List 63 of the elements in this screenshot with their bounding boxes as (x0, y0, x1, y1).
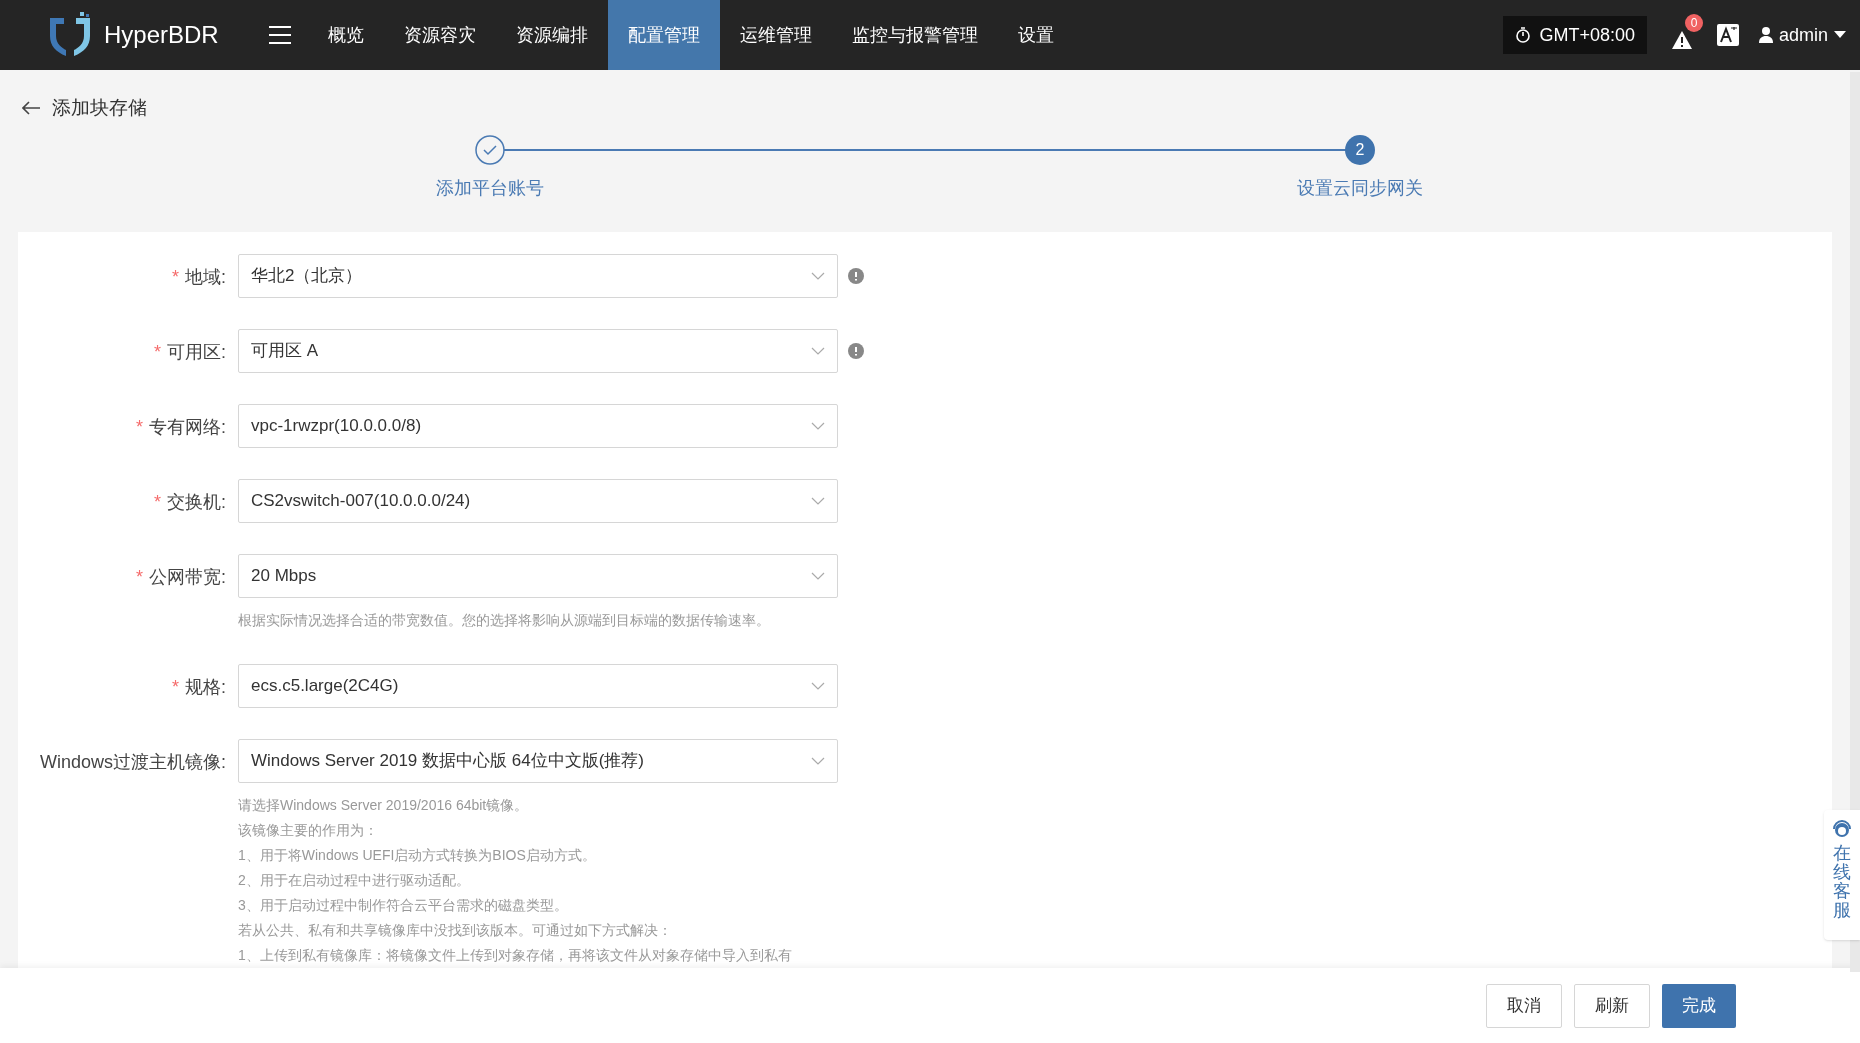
brand-name: HyperBDR (104, 20, 219, 50)
alert-count: 0 (1684, 14, 1703, 32)
select-field[interactable]: vpc-1rwzpr(10.0.0.0/8) (238, 404, 838, 448)
required-mark: * (171, 676, 179, 699)
chevron-down-icon (811, 347, 825, 355)
nav-tab[interactable]: 监控与报警管理 (832, 0, 998, 70)
select-field[interactable]: ecs.c5.large(2C4G) (238, 664, 838, 708)
footer-button[interactable]: 取消 (1486, 983, 1562, 1028)
finish-button[interactable]: 完成 (1662, 983, 1736, 1028)
alert-icon[interactable] (1670, 30, 1693, 50)
hint-text: 1、用于将Windows UEFI启动方式转换为BIOS启动方式。 (238, 846, 597, 865)
required-mark: * (171, 266, 179, 289)
field-label: 地域: (185, 266, 226, 289)
support-widget[interactable]: 在线客服 (1824, 810, 1860, 940)
footer-button[interactable]: 刷新 (1574, 983, 1650, 1028)
caret-icon (1834, 31, 1846, 39)
required-mark: * (153, 491, 161, 514)
select-field[interactable]: 可用区 A (238, 329, 838, 373)
field-label: 规格: (185, 676, 226, 699)
step-number: 2 (1345, 134, 1375, 165)
field-label: 交换机: (167, 491, 226, 514)
field-label: Windows过渡主机镜像: (39, 751, 226, 774)
required-mark: * (135, 416, 143, 439)
hint-text: 2、用于在启动过程中进行驱动适配。 (238, 871, 471, 890)
hint-text: 根据实际情况选择合适的带宽数值。您的选择将影响从源端到目标端的数据传输速率。 (238, 611, 771, 630)
field-label: 可用区: (167, 341, 226, 364)
hint-text: 该镜像主要的作用为： (238, 821, 379, 840)
chevron-down-icon (811, 572, 825, 580)
required-mark: * (135, 566, 143, 589)
shield-logo-icon (48, 12, 92, 58)
hint-text: 若从公共、私有和共享镜像库中没找到该版本。可通过如下方式解决： (238, 921, 673, 940)
chevron-down-icon (811, 272, 825, 280)
select-field[interactable]: 华北2（北京） (238, 254, 838, 298)
translate-icon[interactable] (1716, 24, 1739, 46)
timezone-badge[interactable]: GMT+08:00 (1503, 16, 1647, 54)
nav-tab[interactable]: 运维管理 (720, 0, 832, 70)
user-icon (1758, 27, 1773, 43)
field-label: 专有网络: (149, 416, 226, 439)
select-field[interactable]: CS2vswitch-007(10.0.0.0/24) (238, 479, 838, 523)
select-field[interactable]: Windows Server 2019 数据中心版 64位中文版(推荐) (238, 739, 838, 783)
field-label: 公网带宽: (149, 566, 226, 589)
chevron-down-icon (811, 497, 825, 505)
nav-tab[interactable]: 概览 (308, 0, 384, 70)
headset-icon (1831, 818, 1853, 840)
chevron-down-icon (811, 682, 825, 690)
step-label: 添加平台账号 (436, 176, 544, 200)
step-label: 设置云同步网关 (1297, 176, 1423, 200)
nav-tab[interactable]: 设置 (998, 0, 1074, 70)
user-menu[interactable]: admin (1758, 21, 1846, 49)
nav-tab[interactable]: 资源编排 (496, 0, 608, 70)
page-title: 添加块存储 (52, 96, 147, 120)
nav-tab[interactable]: 资源容灾 (384, 0, 496, 70)
chevron-down-icon (811, 757, 825, 765)
required-mark: * (153, 341, 161, 364)
hint-text: 1、上传到私有镜像库：将镜像文件上传到对象存储，再将该文件从对象存储中导入到私有 (238, 946, 793, 965)
timezone-text: GMT+08:00 (1539, 23, 1635, 47)
back-arrow-icon[interactable] (22, 101, 40, 116)
hint-text: 请选择Windows Server 2019/2016 64bit镜像。 (238, 796, 530, 815)
nav-tab[interactable]: 配置管理 (608, 0, 720, 70)
chevron-down-icon (811, 422, 825, 430)
timer-icon (1515, 27, 1532, 43)
select-field[interactable]: 20 Mbps (238, 554, 838, 598)
hint-text: 3、用于启动过程中制作符合云平台需求的磁盘类型。 (238, 896, 569, 915)
